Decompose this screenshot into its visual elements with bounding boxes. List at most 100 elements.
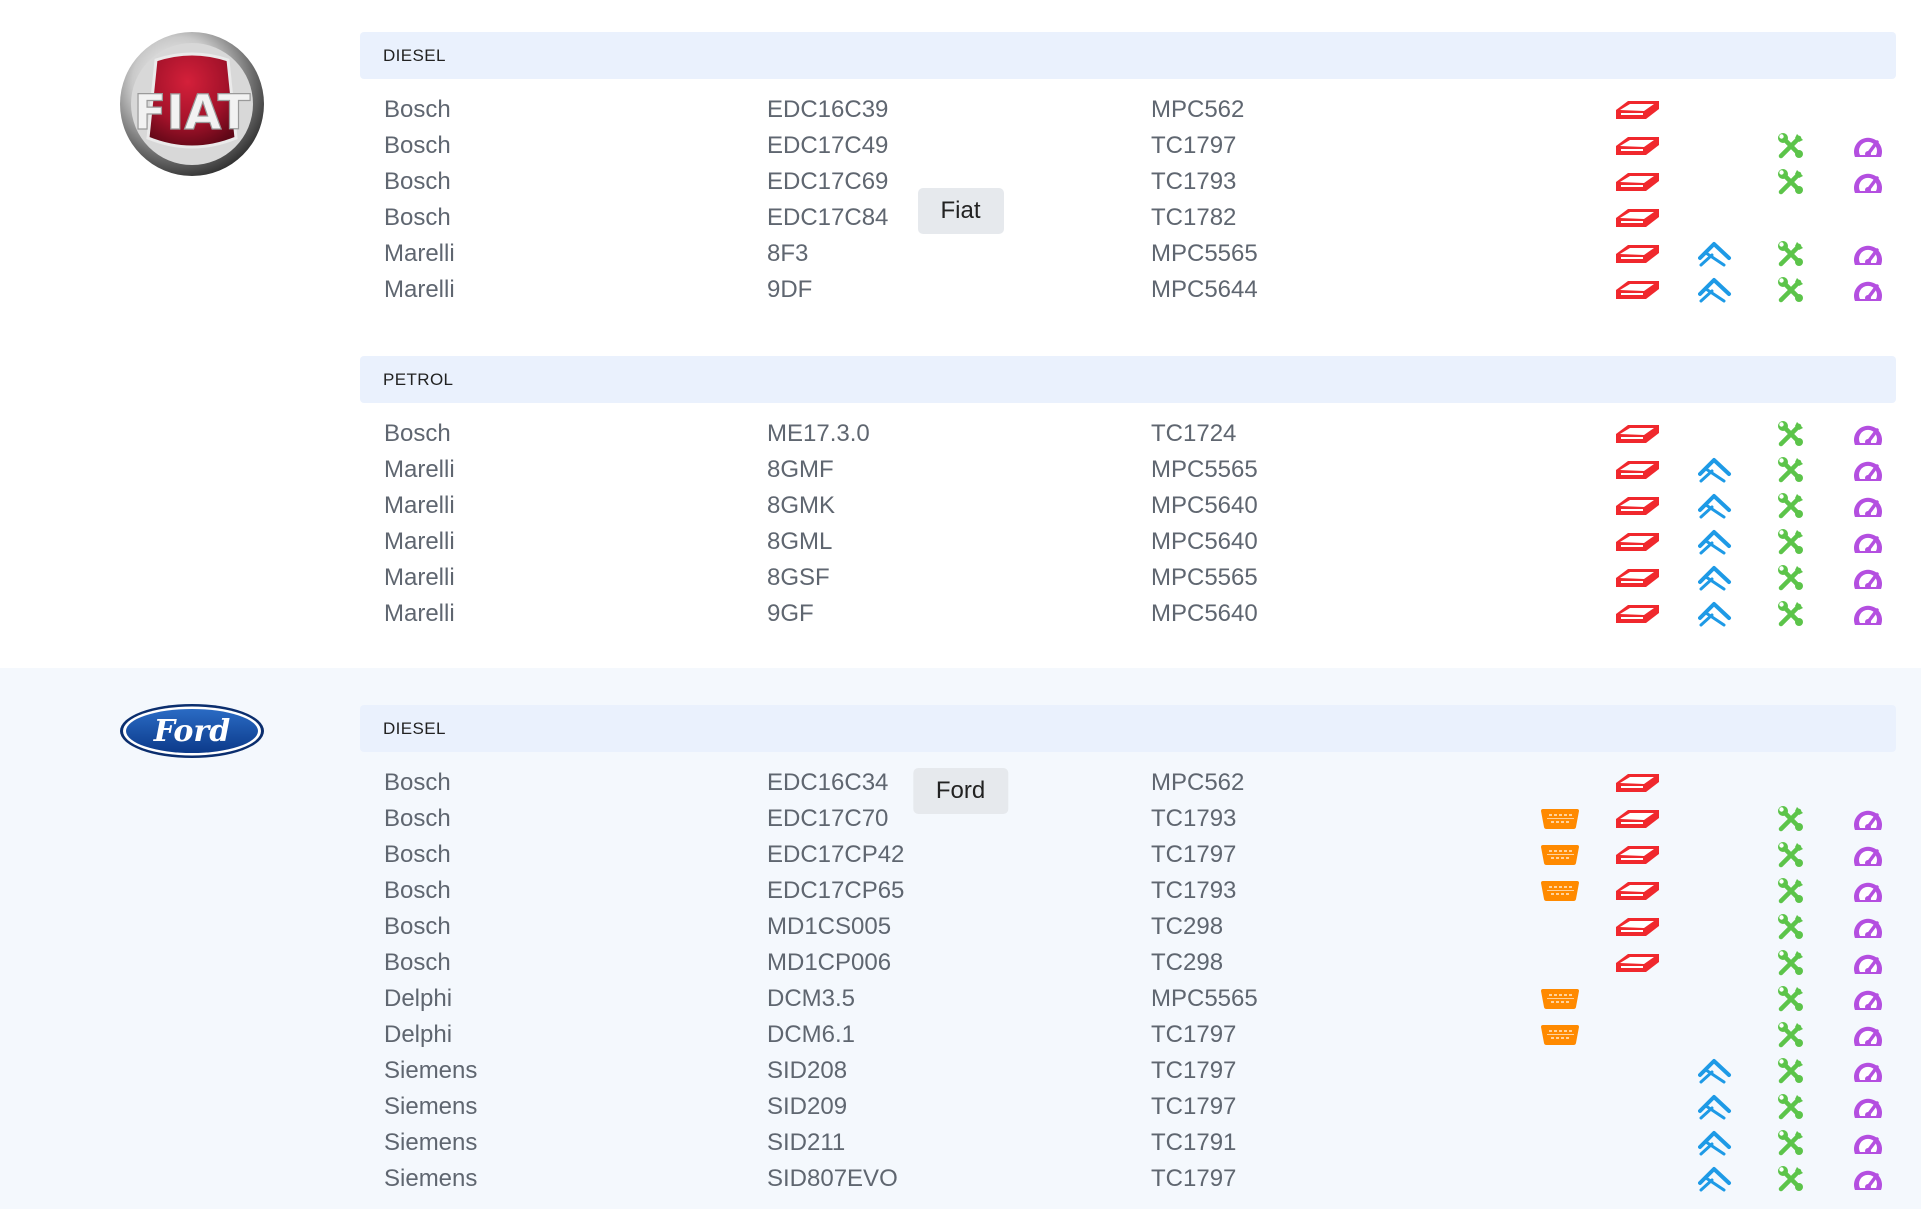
speedometer-icon[interactable] (1844, 600, 1892, 628)
tools-icon[interactable] (1767, 877, 1815, 905)
bench-icon[interactable] (1613, 204, 1661, 232)
boot-mode-icon[interactable] (1691, 1129, 1739, 1157)
speedometer-icon[interactable] (1844, 949, 1892, 977)
obd-connector-icon[interactable] (1536, 805, 1584, 833)
ecu-cpu: MPC5565 (1151, 564, 1258, 591)
ford-logo-text: Ford (152, 714, 229, 749)
boot-mode-icon[interactable] (1691, 600, 1739, 628)
bench-icon[interactable] (1613, 877, 1661, 905)
bench-icon[interactable] (1613, 168, 1661, 196)
bench-icon[interactable] (1613, 528, 1661, 556)
obd-connector-icon[interactable] (1536, 877, 1584, 905)
tools-icon[interactable] (1767, 1093, 1815, 1121)
tools-icon[interactable] (1767, 564, 1815, 592)
tools-icon[interactable] (1767, 132, 1815, 160)
ecu-cpu: TC1797 (1151, 1165, 1237, 1192)
speedometer-icon[interactable] (1844, 805, 1892, 833)
ecu-cpu: TC1791 (1151, 1129, 1237, 1156)
speedometer-icon[interactable] (1844, 1093, 1892, 1121)
boot-mode-icon[interactable] (1691, 1057, 1739, 1085)
ecu-manufacturer: Marelli (384, 276, 455, 303)
ecu-row: Siemens SID807EVO TC1797 (360, 1161, 1896, 1197)
bench-icon[interactable] (1613, 276, 1661, 304)
ecu-row: Delphi DCM3.5 MPC5565 (360, 981, 1896, 1017)
speedometer-icon[interactable] (1844, 528, 1892, 556)
obd-connector-icon[interactable] (1536, 985, 1584, 1013)
tools-icon[interactable] (1767, 1021, 1815, 1049)
bench-icon[interactable] (1613, 96, 1661, 124)
tools-icon[interactable] (1767, 913, 1815, 941)
speedometer-icon[interactable] (1844, 492, 1892, 520)
bench-icon[interactable] (1613, 805, 1661, 833)
ecu-cpu: TC1797 (1151, 1093, 1237, 1120)
speedometer-icon[interactable] (1844, 841, 1892, 869)
bench-icon[interactable] (1613, 420, 1661, 448)
bench-icon[interactable] (1613, 456, 1661, 484)
ecu-manufacturer: Bosch (384, 132, 451, 159)
bench-icon[interactable] (1613, 564, 1661, 592)
obd-connector-icon[interactable] (1536, 841, 1584, 869)
tools-icon[interactable] (1767, 276, 1815, 304)
bench-icon[interactable] (1613, 492, 1661, 520)
speedometer-icon[interactable] (1844, 420, 1892, 448)
speedometer-icon[interactable] (1844, 240, 1892, 268)
tools-icon[interactable] (1767, 1165, 1815, 1193)
boot-mode-icon[interactable] (1691, 276, 1739, 304)
speedometer-icon[interactable] (1844, 168, 1892, 196)
tools-icon[interactable] (1767, 949, 1815, 977)
ecu-manufacturer: Marelli (384, 456, 455, 483)
boot-mode-icon[interactable] (1691, 492, 1739, 520)
bench-icon[interactable] (1613, 913, 1661, 941)
bench-icon[interactable] (1613, 600, 1661, 628)
ecu-manufacturer: Bosch (384, 769, 451, 796)
ecu-manufacturer: Bosch (384, 841, 451, 868)
ecu-model: MD1CP006 (767, 949, 892, 976)
bench-icon[interactable] (1613, 949, 1661, 977)
ecu-row: Bosch MD1CP006 TC298 (360, 945, 1896, 981)
bench-icon[interactable] (1613, 841, 1661, 869)
ecu-cpu: TC1793 (1151, 877, 1237, 904)
speedometer-icon[interactable] (1844, 456, 1892, 484)
ecu-list-fiat-diesel: Bosch EDC16C39 MPC562 Bosch EDC17C49 TC1797 Bo… (360, 92, 1896, 308)
tools-icon[interactable] (1767, 805, 1815, 833)
ecu-cpu: MPC562 (1151, 96, 1245, 123)
speedometer-icon[interactable] (1844, 985, 1892, 1013)
bench-icon[interactable] (1613, 240, 1661, 268)
speedometer-icon[interactable] (1844, 276, 1892, 304)
bench-icon[interactable] (1613, 132, 1661, 160)
obd-connector-icon[interactable] (1536, 1021, 1584, 1049)
boot-mode-icon[interactable] (1691, 528, 1739, 556)
boot-mode-icon[interactable] (1691, 456, 1739, 484)
boot-mode-icon[interactable] (1691, 564, 1739, 592)
boot-mode-icon[interactable] (1691, 240, 1739, 268)
ecu-cpu: MPC5644 (1151, 276, 1258, 303)
ecu-manufacturer: Bosch (384, 168, 451, 195)
ecu-model: 8GSF (767, 564, 830, 591)
ecu-manufacturer: Siemens (384, 1057, 478, 1084)
bench-icon[interactable] (1613, 769, 1661, 797)
tools-icon[interactable] (1767, 841, 1815, 869)
ecu-model: EDC17C70 (767, 805, 889, 832)
tools-icon[interactable] (1767, 240, 1815, 268)
tools-icon[interactable] (1767, 420, 1815, 448)
speedometer-icon[interactable] (1844, 877, 1892, 905)
speedometer-icon[interactable] (1844, 1165, 1892, 1193)
speedometer-icon[interactable] (1844, 1057, 1892, 1085)
tools-icon[interactable] (1767, 600, 1815, 628)
speedometer-icon[interactable] (1844, 564, 1892, 592)
ecu-manufacturer: Siemens (384, 1165, 478, 1192)
tools-icon[interactable] (1767, 985, 1815, 1013)
boot-mode-icon[interactable] (1691, 1093, 1739, 1121)
speedometer-icon[interactable] (1844, 913, 1892, 941)
boot-mode-icon[interactable] (1691, 1165, 1739, 1193)
speedometer-icon[interactable] (1844, 1129, 1892, 1157)
tools-icon[interactable] (1767, 168, 1815, 196)
tools-icon[interactable] (1767, 1057, 1815, 1085)
tools-icon[interactable] (1767, 1129, 1815, 1157)
speedometer-icon[interactable] (1844, 1021, 1892, 1049)
tools-icon[interactable] (1767, 456, 1815, 484)
speedometer-icon[interactable] (1844, 132, 1892, 160)
fuel-header-petrol: PETROL (360, 356, 1896, 403)
tools-icon[interactable] (1767, 492, 1815, 520)
tools-icon[interactable] (1767, 528, 1815, 556)
